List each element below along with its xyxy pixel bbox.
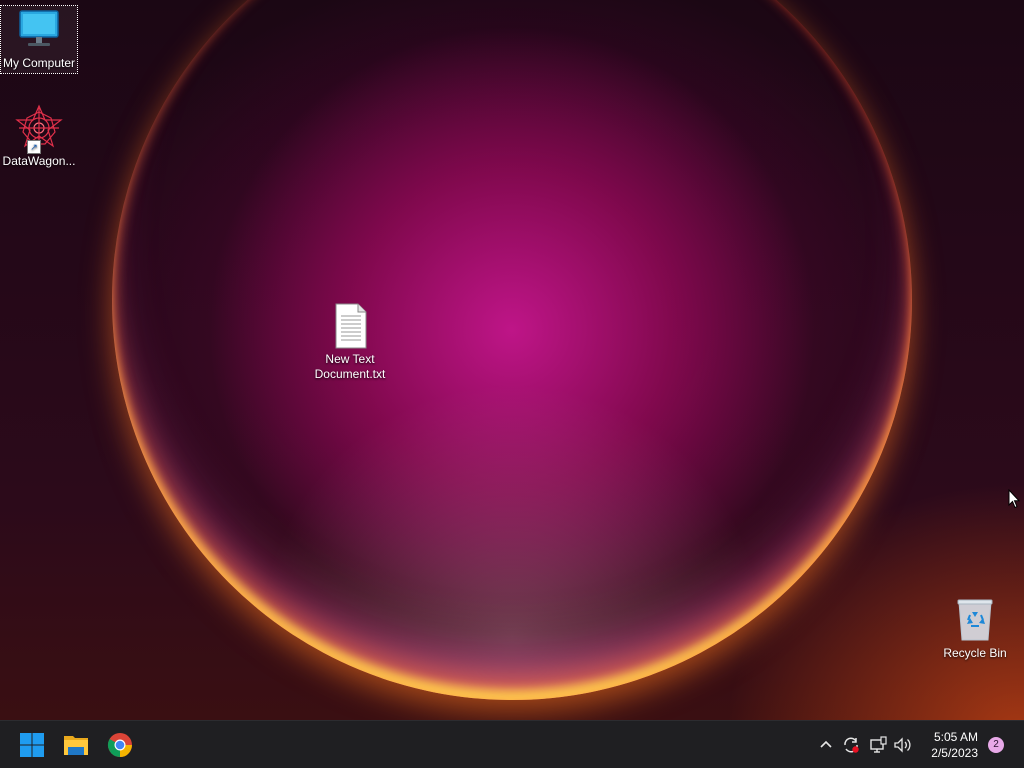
desktop[interactable]: My Computer ↗ DataWagon... New Text Docu…	[0, 0, 1024, 720]
file-explorer-button[interactable]	[56, 725, 96, 765]
monitor-icon	[15, 6, 63, 54]
chevron-up-icon[interactable]	[815, 734, 837, 756]
desktop-icon-label: My Computer	[2, 56, 76, 70]
chrome-button[interactable]	[100, 725, 140, 765]
shortcut-arrow-icon: ↗	[27, 140, 41, 154]
datawagon-app-icon: ↗	[15, 104, 63, 154]
sync-alert-icon[interactable]	[840, 734, 862, 756]
desktop-icon-my-computer[interactable]: My Computer	[0, 5, 78, 74]
notification-badge[interactable]: 2	[988, 737, 1004, 753]
recycle-bin-icon	[951, 596, 999, 644]
start-button[interactable]	[12, 725, 52, 765]
text-document-icon	[326, 302, 374, 350]
desktop-icon-new-text-document[interactable]: New Text Document.txt	[312, 302, 388, 382]
mouse-cursor-icon	[1008, 488, 1021, 513]
desktop-icon-label: New Text Document.txt	[314, 352, 386, 381]
folder-icon	[64, 736, 88, 755]
chrome-icon	[107, 733, 132, 757]
clock-date: 2/5/2023	[931, 746, 978, 760]
desktop-icon-label: Recycle Bin	[943, 646, 1007, 660]
desktop-icon-recycle-bin[interactable]: Recycle Bin	[937, 596, 1013, 661]
taskbar-clock[interactable]: 5:05 AM 2/5/2023	[916, 729, 978, 761]
taskbar: 5:05 AM 2/5/2023 2	[0, 720, 1024, 768]
volume-icon[interactable]	[892, 734, 914, 756]
clock-time: 5:05 AM	[933, 730, 978, 744]
desktop-icon-label: DataWagon...	[2, 154, 76, 168]
desktop-icon-datawagon[interactable]: ↗ DataWagon...	[1, 104, 77, 169]
network-icon[interactable]	[867, 734, 889, 756]
windows-start-icon	[20, 733, 44, 757]
